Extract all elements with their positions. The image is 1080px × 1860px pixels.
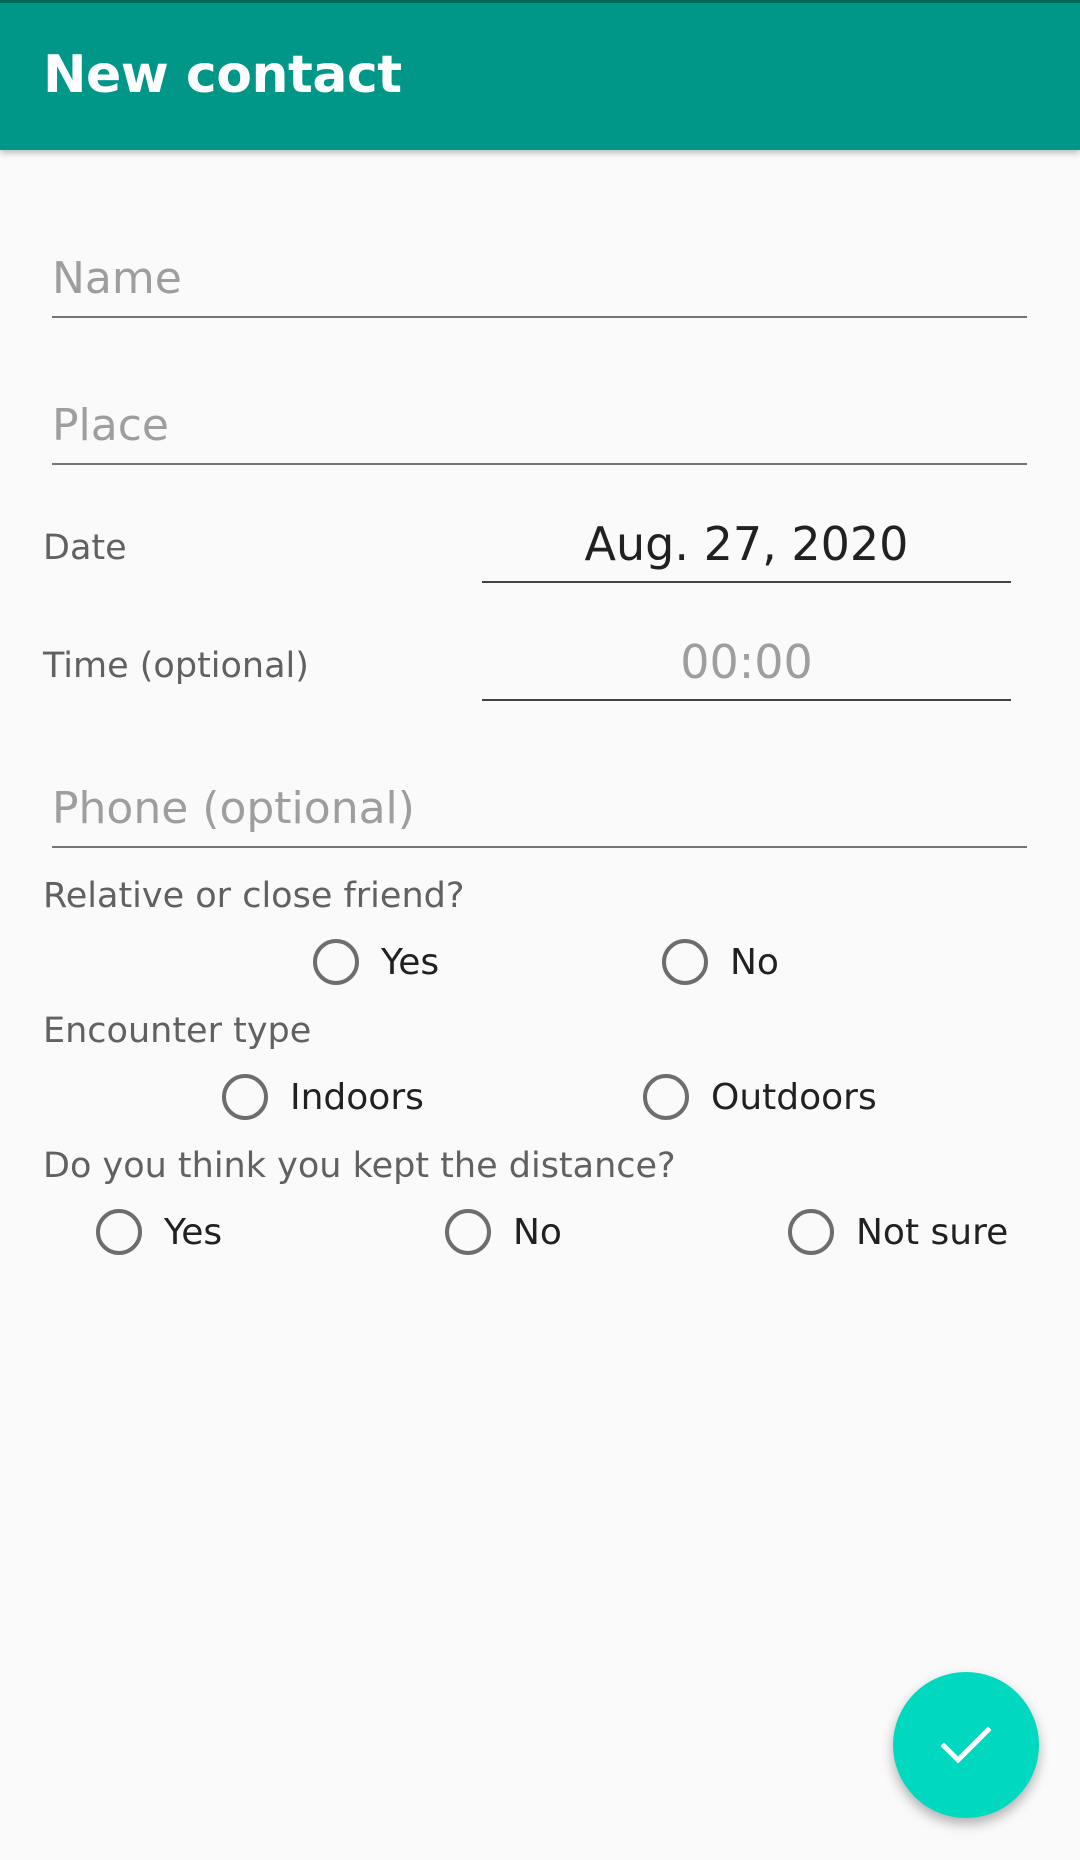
relative-no-radio[interactable]: No (662, 935, 779, 989)
date-value: Aug. 27, 2020 (584, 517, 909, 571)
radio-label: Not sure (856, 1211, 1009, 1253)
page-title: New contact (43, 45, 402, 105)
radio-unchecked-icon (662, 939, 708, 985)
encounter-indoors-radio[interactable]: Indoors (222, 1070, 424, 1124)
phone-field-container (52, 758, 1027, 848)
radio-unchecked-icon (445, 1209, 491, 1255)
date-picker[interactable]: Aug. 27, 2020 (482, 513, 1011, 583)
date-label: Date (43, 528, 127, 568)
radio-label: Indoors (290, 1076, 424, 1118)
distance-no-radio[interactable]: No (445, 1205, 562, 1259)
distance-yes-radio[interactable]: Yes (96, 1205, 222, 1259)
encounter-question: Encounter type (43, 1011, 312, 1051)
radio-label: Yes (381, 941, 440, 983)
save-fab-button[interactable] (893, 1672, 1039, 1818)
name-field-container (52, 228, 1027, 318)
radio-label: Outdoors (711, 1076, 877, 1118)
radio-label: No (730, 941, 779, 983)
distance-not-sure-radio[interactable]: Not sure (788, 1205, 1008, 1259)
check-icon (940, 1726, 992, 1764)
time-label: Time (optional) (43, 646, 309, 686)
distance-question: Do you think you kept the distance? (43, 1146, 676, 1186)
radio-unchecked-icon (643, 1074, 689, 1120)
relative-yes-radio[interactable]: Yes (313, 935, 439, 989)
app-bar: New contact (0, 0, 1080, 150)
name-input[interactable] (52, 253, 1027, 304)
radio-unchecked-icon (222, 1074, 268, 1120)
radio-unchecked-icon (96, 1209, 142, 1255)
encounter-outdoors-radio[interactable]: Outdoors (643, 1070, 877, 1124)
radio-label: No (513, 1211, 562, 1253)
place-input[interactable] (52, 400, 1027, 451)
phone-input[interactable] (52, 783, 1027, 834)
radio-unchecked-icon (788, 1209, 834, 1255)
time-picker[interactable]: 00:00 (482, 631, 1011, 701)
radio-unchecked-icon (313, 939, 359, 985)
relative-question: Relative or close friend? (43, 876, 465, 916)
place-field-container (52, 375, 1027, 465)
radio-label: Yes (164, 1211, 223, 1253)
time-value: 00:00 (680, 635, 813, 689)
